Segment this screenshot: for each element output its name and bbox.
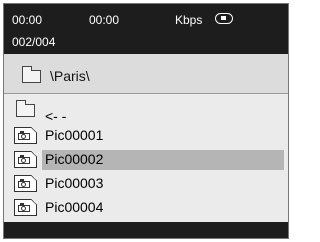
folder-icon [15,100,35,117]
bottom-bar [4,222,288,238]
list-item-label: Pic00004 [45,199,104,215]
bitrate-label: Kbps [175,13,203,27]
folder-icon [21,66,41,83]
elapsed-time: 00:00 [12,13,43,27]
list-item[interactable]: Pic00004 [4,197,288,218]
parent-directory-item[interactable]: <- - [4,98,288,124]
list-item-label: <- - [45,108,67,124]
camera-lens [21,206,26,211]
file-list: <- - Pic00001 Pic00002 Pic00003 Pic00004 [4,98,288,220]
current-path: \Paris\ [50,68,90,84]
list-item-selected[interactable]: Pic00002 [4,149,288,170]
photo-file-icon [14,150,38,168]
player-screen: 00:00 00:00 Kbps 002/004 \Paris\ <- - Pi… [3,3,289,239]
list-item-label: Pic00001 [45,127,104,143]
list-item[interactable]: Pic00003 [4,173,288,194]
current-path-bar: \Paris\ [4,54,288,94]
status-bar: 00:00 00:00 Kbps 002/004 [4,4,288,54]
list-item[interactable]: Pic00001 [4,125,288,146]
total-time: 00:00 [89,13,120,27]
stop-icon [215,13,233,24]
photo-file-icon [14,126,38,144]
camera-lens [21,134,26,139]
track-counter: 002/004 [12,35,56,49]
camera-lens [21,182,26,187]
photo-file-icon [14,198,38,216]
list-item-label: Pic00002 [45,151,104,167]
camera-lens [21,158,26,163]
photo-file-icon [14,174,38,192]
list-item-label: Pic00003 [45,175,104,191]
